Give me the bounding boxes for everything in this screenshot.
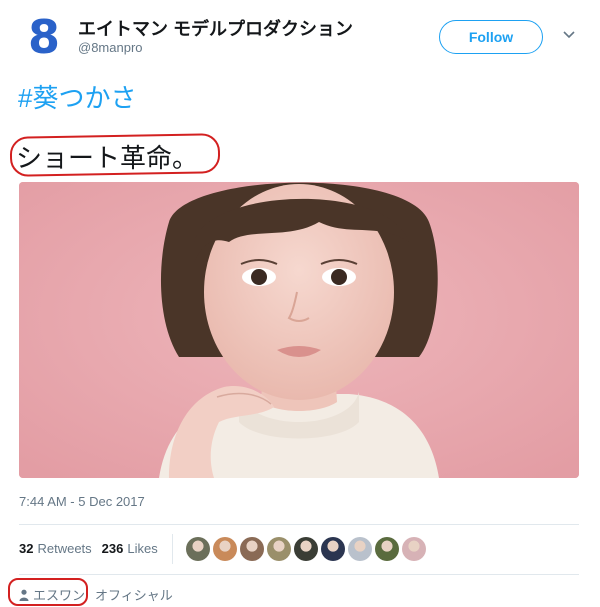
stats-separator xyxy=(172,534,173,564)
tweet-text: ショート革命。 xyxy=(16,143,199,173)
avatar-glyph: 8 xyxy=(27,10,60,64)
highlight-circle-small xyxy=(8,578,88,606)
tweet-photo[interactable] xyxy=(19,182,579,478)
engagement-stats: 32 Retweets 236 Likes xyxy=(19,541,158,556)
hashtag-link[interactable]: #葵つかさ xyxy=(18,78,136,115)
likes-label: Likes xyxy=(127,541,158,556)
account-display-name[interactable]: エイトマン モデルプロダクション xyxy=(78,15,353,41)
follow-button[interactable]: Follow xyxy=(439,20,543,54)
liker-avatar[interactable] xyxy=(213,537,237,561)
liker-avatar[interactable] xyxy=(402,537,426,561)
liker-avatars xyxy=(186,537,426,561)
liker-avatar[interactable] xyxy=(267,537,291,561)
account-handle[interactable]: @8manpro xyxy=(78,40,143,55)
divider xyxy=(19,524,579,525)
liker-avatar[interactable] xyxy=(348,537,372,561)
retweets-count: 32 xyxy=(19,541,34,556)
likes-count: 236 xyxy=(101,541,124,556)
retweets-label: Retweets xyxy=(37,541,92,556)
liker-avatar[interactable] xyxy=(321,537,345,561)
tweet-timestamp[interactable]: 7:44 AM - 5 Dec 2017 xyxy=(19,494,145,509)
tagged-user-link-2[interactable]: オフィシャル xyxy=(95,585,173,604)
liker-avatar[interactable] xyxy=(375,537,399,561)
portrait-image xyxy=(19,182,579,478)
chevron-down-icon[interactable] xyxy=(562,30,576,40)
liker-avatar[interactable] xyxy=(294,537,318,561)
account-avatar[interactable]: 8 xyxy=(22,12,66,62)
liker-avatar[interactable] xyxy=(186,537,210,561)
divider xyxy=(19,574,579,575)
retweets-stat[interactable]: 32 Retweets xyxy=(19,541,92,556)
liker-avatar[interactable] xyxy=(240,537,264,561)
likes-stat[interactable]: 236 Likes xyxy=(102,541,158,556)
tweet-header: 8 エイトマン モデルプロダクション @8manpro Follow xyxy=(0,0,600,70)
